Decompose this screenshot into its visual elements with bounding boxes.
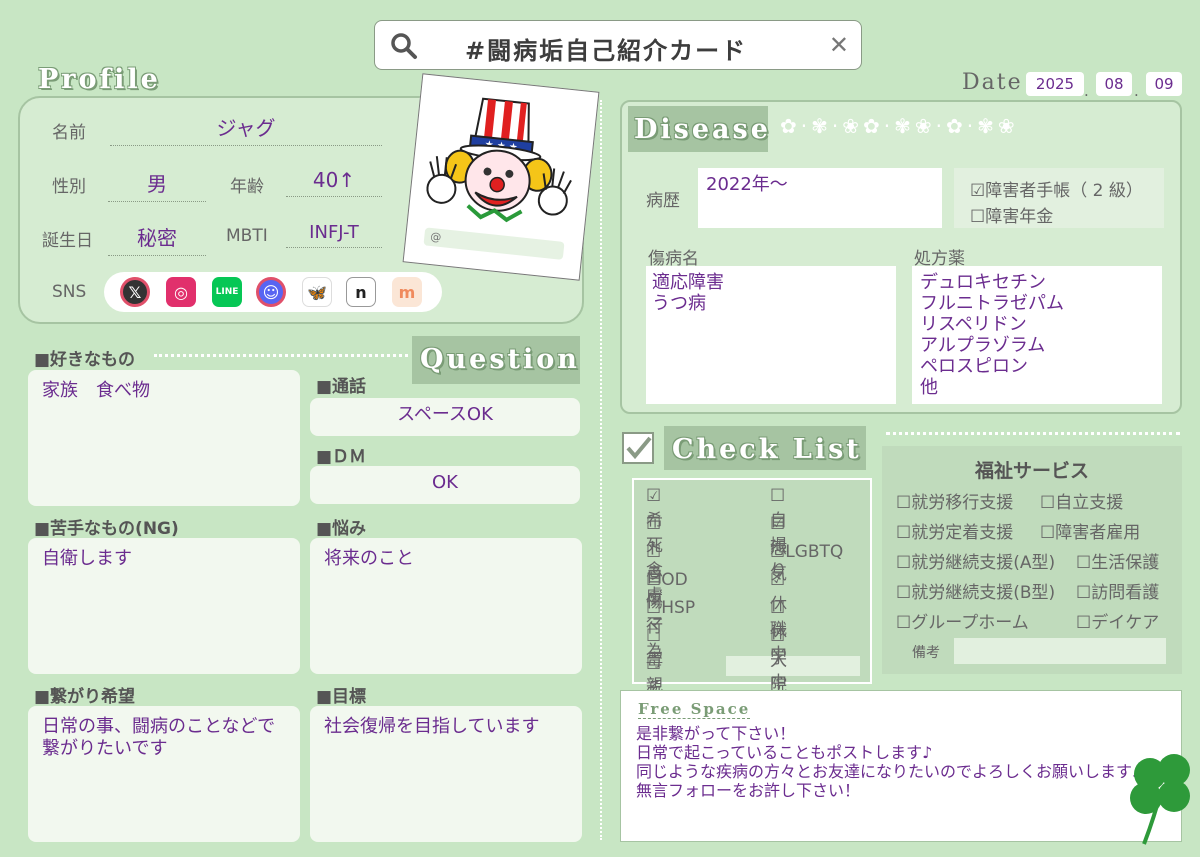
med-item: デュロキセチン — [920, 272, 1046, 293]
med-item: ペロスピロン — [920, 356, 1028, 377]
handbook-check[interactable]: ☑障害者手帳（ 2 級） — [970, 176, 1143, 201]
free-line: 同じような疾病の方々とお友達になりたいのでよろしくお願いします♪ — [636, 762, 1143, 781]
diagnosis-list: 適応障害 うつ病 — [652, 272, 724, 314]
welfare-item[interactable]: ☐就労移行支援 — [896, 488, 1013, 513]
dislikes-value: 自衛します — [42, 548, 132, 569]
med-item: フルニトラゼパム — [920, 293, 1064, 314]
sns-label: SNS — [52, 282, 87, 302]
search-icon — [391, 33, 417, 59]
x-icon[interactable]: 𝕏 — [120, 277, 150, 307]
date-year[interactable]: 2025 — [1026, 72, 1084, 96]
meds-list: デュロキセチン フルニトラゼパム リスペリドン アルプラゾラム ペロスピロン 他 — [920, 272, 1064, 398]
age-label: 年齢 — [230, 177, 264, 197]
clown-avatar-icon: ★ ★ ★ — [426, 97, 572, 223]
name-label: 名前 — [52, 123, 86, 143]
close-icon[interactable]: ✕ — [829, 31, 849, 59]
connect-label: ■繋がり希望 — [34, 687, 136, 707]
birthday-label: 誕生日 — [42, 231, 93, 251]
date-day[interactable]: 09 — [1146, 72, 1182, 96]
welfare-item[interactable]: ☐グループホーム — [896, 608, 1029, 633]
disease-title: Disease — [634, 114, 771, 145]
med-item: アルプラゾラム — [920, 335, 1046, 356]
connect-value: 日常の事、闘病のことなどで繋がりたいです — [42, 716, 276, 759]
note-icon[interactable]: n — [346, 277, 376, 307]
other-input[interactable] — [726, 656, 860, 676]
date-month[interactable]: 08 — [1096, 72, 1132, 96]
clover-icon — [1130, 754, 1190, 845]
date-label: Date — [962, 70, 1023, 95]
bluesky-icon[interactable]: 🦋 — [302, 277, 332, 307]
search-text: #闘病垢自己紹介カード — [465, 37, 748, 65]
med-item: リスペリドン — [920, 314, 1027, 335]
likes-value: 家族 食べ物 — [42, 380, 150, 401]
checklist-checkbox-icon — [622, 432, 654, 464]
welfare-item[interactable]: ☐就労継続支援(B型) — [896, 578, 1055, 603]
free-line: 無言フォローをお許し下さい！ — [636, 781, 861, 800]
worries-value: 将来のこと — [324, 548, 414, 569]
age-value[interactable]: 40↑ — [286, 168, 382, 197]
line-icon[interactable]: LINE — [212, 277, 242, 307]
free-space-text: 是非繋がって下さい！ 日常で起こっていることもポストします♪ 同じような疾病の方… — [636, 724, 1170, 800]
dm-label: ■ＤＭ — [316, 447, 367, 467]
question-title: Question — [420, 344, 580, 375]
dm-value: OK — [432, 472, 458, 493]
profile-photo-card[interactable]: ★ ★ ★ @ — [402, 73, 600, 281]
history-value: 2022年～ — [706, 174, 788, 195]
welfare-item[interactable]: ☐障害者雇用 — [1040, 518, 1140, 543]
mbti-label: MBTI — [226, 226, 268, 246]
discord-icon[interactable]: ☺ — [256, 277, 286, 307]
note-label: 備考 — [912, 645, 940, 661]
welfare-item[interactable]: ☐生活保護 — [1076, 548, 1159, 573]
dislikes-label: ■苦手なもの(NG) — [34, 519, 179, 539]
mbti-value[interactable]: INFJ-T — [286, 222, 382, 248]
med-item: 他 — [920, 377, 938, 398]
goal-value: 社会復帰を目指しています — [324, 716, 540, 737]
checklist-title: Check List — [672, 434, 862, 465]
name-value[interactable]: ジャグ — [110, 112, 382, 146]
instagram-icon[interactable]: ◎ — [166, 277, 196, 307]
free-line: 是非繋がって下さい！ — [636, 724, 796, 743]
call-value: スペースOK — [397, 404, 493, 425]
search-bar[interactable]: #闘病垢自己紹介カード ✕ — [374, 20, 862, 70]
check-item[interactable]: ☐HSP — [646, 598, 695, 618]
likes-label: ■好きなもの — [34, 350, 136, 370]
welfare-item[interactable]: ☐就労定着支援 — [896, 518, 1013, 543]
welfare-item[interactable]: ☐訪問看護 — [1076, 578, 1159, 603]
diagnosis-item: うつ病 — [652, 293, 706, 314]
check-item[interactable]: ☐OD — [646, 570, 688, 590]
worries-label: ■悩み — [316, 519, 367, 539]
note-input[interactable] — [954, 638, 1166, 664]
welfare-item[interactable]: ☐デイケア — [1076, 608, 1159, 633]
birthday-value[interactable]: 秘密 — [108, 222, 206, 256]
free-line: 日常で起こっていることもポストします♪ — [636, 743, 933, 762]
flower-decoration-icon: ✿·✾·❀✿·✾❀·✿·✾❀ — [780, 114, 1019, 138]
sns-bar: 𝕏 ◎ LINE ☺ 🦋 n m — [104, 272, 442, 312]
welfare-item[interactable]: ☐就労継続支援(A型) — [896, 548, 1055, 573]
gender-label: 性別 — [52, 177, 86, 197]
history-label: 病歴 — [646, 191, 680, 211]
misskey-icon[interactable]: m — [392, 277, 422, 307]
gender-value[interactable]: 男 — [108, 168, 206, 202]
check-item[interactable]: ☐LGBTQ — [770, 542, 843, 562]
welfare-title: 福祉サービス — [974, 460, 1089, 482]
profile-title: Profile — [38, 64, 161, 95]
diagnosis-item: 適応障害 — [652, 272, 724, 293]
free-space-title: Free Space — [638, 700, 751, 719]
goal-label: ■目標 — [316, 687, 367, 707]
pension-check[interactable]: ☐障害年金 — [970, 202, 1053, 227]
call-label: ■通話 — [316, 377, 367, 397]
welfare-item[interactable]: ☐自立支援 — [1040, 488, 1123, 513]
